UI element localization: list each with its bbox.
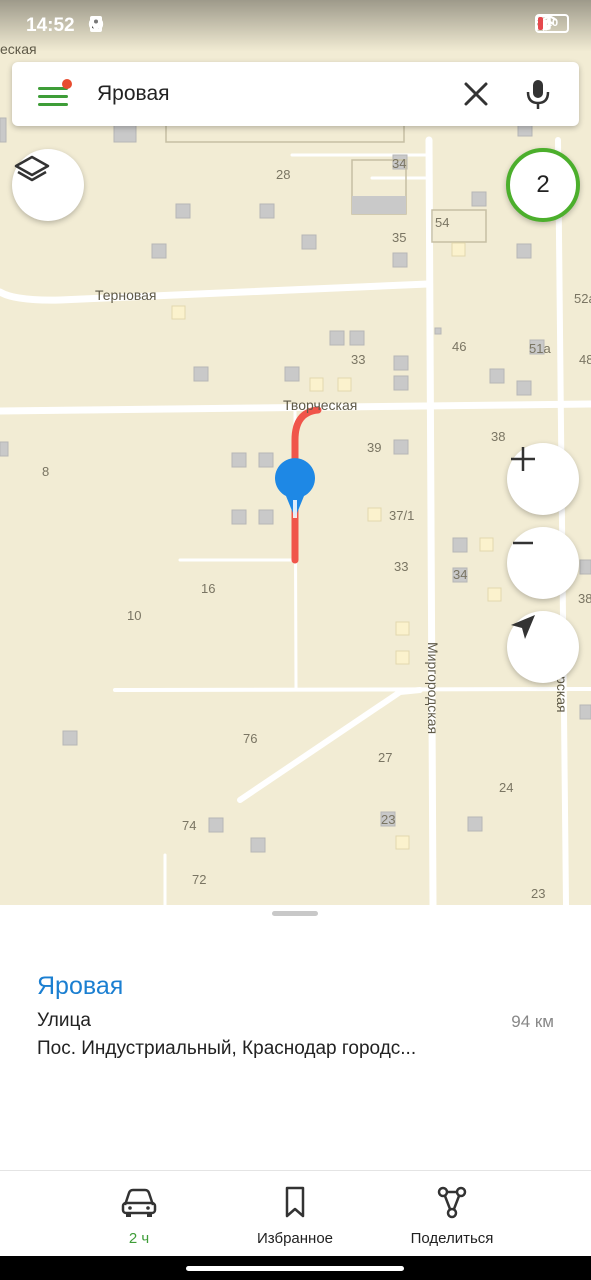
favorites-button[interactable]: Избранное — [225, 1183, 365, 1247]
car-icon — [121, 1188, 157, 1217]
road-mirgorodskaya — [425, 136, 437, 905]
layers-button[interactable] — [12, 149, 84, 221]
menu-button[interactable] — [36, 79, 72, 110]
status-time: 14:52 — [26, 15, 75, 36]
house-number: 37/1 — [389, 508, 414, 523]
house-number: 76 — [243, 731, 257, 746]
traffic-level-button[interactable]: 2 — [506, 148, 580, 222]
zoom-out-button[interactable] — [507, 527, 579, 599]
location-icon — [90, 16, 102, 32]
street-label-right: рская — [554, 676, 570, 713]
house-number: 10 — [127, 608, 141, 623]
battery-icon: 10 — [535, 14, 569, 33]
house-number: 34 — [392, 156, 406, 171]
layers-icon — [14, 155, 50, 182]
minus-icon — [513, 541, 533, 545]
bookmark-icon — [285, 1186, 305, 1218]
map-canvas[interactable]: еская Терновая Творческая Миргородская р… — [0, 0, 591, 905]
place-card[interactable]: Яровая Улица Пос. Индустриальный, Красно… — [0, 905, 591, 1170]
my-location-button[interactable] — [507, 611, 579, 683]
house-number: 51а — [529, 341, 551, 356]
house-number: 48 — [579, 352, 591, 367]
plus-icon — [511, 447, 535, 471]
share-label: Поделиться — [410, 1230, 494, 1247]
house-number: 74 — [182, 818, 196, 833]
locate-arrow-icon — [511, 615, 535, 639]
house-number: 39 — [367, 440, 381, 455]
search-bar[interactable]: Яровая — [12, 62, 579, 126]
map-view[interactable]: еская Терновая Творческая Миргородская р… — [0, 0, 591, 905]
clear-search-button[interactable] — [460, 78, 492, 110]
house-number: 52а — [574, 291, 591, 306]
house-number: 27 — [378, 750, 392, 765]
notification-dot — [62, 79, 72, 89]
house-number: 33 — [351, 352, 365, 367]
search-input[interactable]: Яровая — [97, 82, 170, 106]
street-label-mirgorodskaya: Миргородская — [425, 642, 441, 734]
road-lower — [113, 687, 591, 692]
house-number: 8 — [42, 464, 49, 479]
place-title: Яровая — [37, 972, 124, 1000]
zoom-in-button[interactable] — [507, 443, 579, 515]
house-number: 54 — [435, 215, 449, 230]
drag-handle[interactable] — [272, 911, 318, 916]
house-number: 38 — [491, 429, 505, 444]
house-number: 16 — [201, 581, 215, 596]
street-label-ternovaya: Терновая — [95, 287, 157, 303]
route-button[interactable]: 2 ч — [69, 1183, 209, 1247]
route-time-label: 2 ч — [128, 1230, 150, 1247]
house-number: 28 — [276, 167, 290, 182]
bottom-action-bar: 2 ч Избранное Поделиться — [0, 1170, 591, 1257]
status-bar: 14:52 N Vo 10 — [0, 0, 591, 52]
place-type: Улица — [37, 1010, 91, 1031]
place-address: Пос. Индустриальный, Краснодар городс... — [37, 1038, 417, 1059]
house-number: 35 — [392, 230, 406, 245]
mic-icon — [526, 80, 550, 109]
house-number: 72 — [192, 872, 206, 887]
house-number: 38 — [578, 591, 591, 606]
close-icon — [464, 82, 488, 106]
share-icon — [437, 1186, 467, 1219]
street-label-tvorcheskaya: Творческая — [283, 397, 357, 413]
home-gesture-bar[interactable] — [186, 1266, 404, 1271]
battery-level: 10 — [545, 17, 559, 29]
place-distance: 94 км — [511, 1012, 554, 1031]
house-number: 34 — [453, 567, 467, 582]
house-number: 46 — [452, 339, 466, 354]
house-number: 23 — [381, 812, 395, 827]
favorites-label: Избранное — [256, 1230, 334, 1247]
house-number: 24 — [499, 780, 513, 795]
system-navigation-area — [0, 1256, 591, 1280]
house-number: 33 — [394, 559, 408, 574]
house-number: 23 — [531, 886, 545, 901]
share-button[interactable]: Поделиться — [382, 1183, 522, 1247]
voice-search-button[interactable] — [520, 76, 556, 112]
